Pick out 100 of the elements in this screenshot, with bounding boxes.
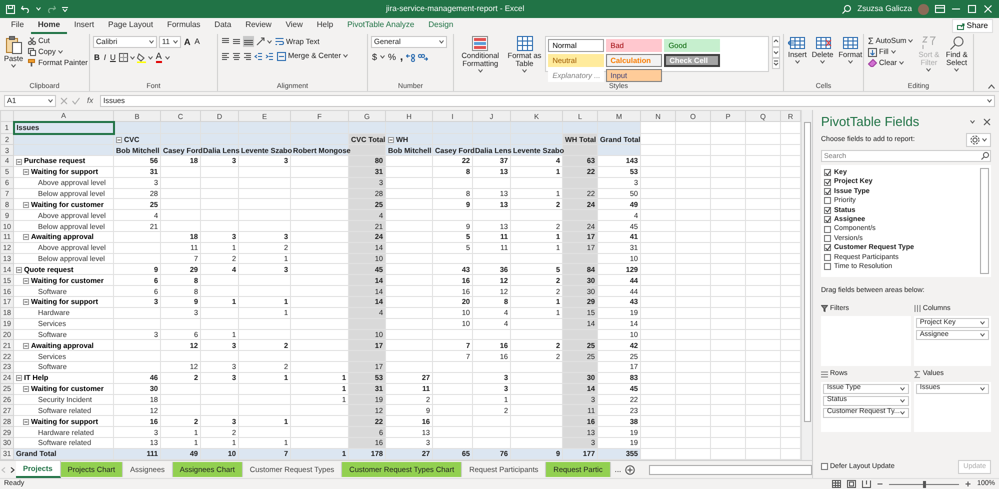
zoom-out-icon[interactable] xyxy=(877,481,884,487)
collapse-icon[interactable] xyxy=(23,418,29,425)
checkbox[interactable] xyxy=(824,226,831,233)
collapse-icon[interactable] xyxy=(16,266,22,273)
checkbox[interactable] xyxy=(824,216,831,224)
checkbox[interactable] xyxy=(824,263,831,270)
horizontal-scrollbar[interactable] xyxy=(649,464,812,474)
caret-icon xyxy=(970,120,975,124)
increase-indent-icon[interactable] xyxy=(265,52,274,60)
add-sheet-icon[interactable] xyxy=(625,464,636,474)
maximize-icon[interactable] xyxy=(967,5,977,13)
ribbon-tab[interactable]: Page Layout xyxy=(101,18,160,34)
collapse-ribbon-icon[interactable] xyxy=(988,84,995,89)
caret-icon xyxy=(954,68,960,72)
ribbon-tab[interactable]: Design xyxy=(421,18,460,34)
align-top-icon[interactable] xyxy=(221,37,230,46)
checkbox[interactable] xyxy=(824,197,831,204)
caret-icon xyxy=(980,333,985,337)
shrink-font-button[interactable]: A xyxy=(194,36,201,48)
window-title: jira-service-management-report - Excel xyxy=(384,3,526,15)
zoom-slider-thumb[interactable] xyxy=(923,480,926,488)
collapse-icon[interactable] xyxy=(23,202,29,208)
page-layout-icon[interactable] xyxy=(847,480,856,488)
user-name: Zsuzsa Galicza xyxy=(857,3,912,15)
collapse-icon[interactable] xyxy=(23,234,29,240)
increase-decimal-icon[interactable] xyxy=(406,52,416,62)
ribbon-tab[interactable]: PivotTable Analyze xyxy=(340,18,422,34)
clipboard-icon xyxy=(6,36,22,54)
share-icon xyxy=(956,22,965,30)
caret-icon xyxy=(439,40,444,44)
paintbrush-icon xyxy=(28,59,36,67)
format-table-icon xyxy=(516,36,533,51)
list-scrollbar[interactable] xyxy=(980,168,989,274)
page-break-icon[interactable] xyxy=(862,480,872,488)
ribbon-tab[interactable]: Data xyxy=(207,18,238,34)
collapse-icon[interactable] xyxy=(23,386,29,392)
close-icon[interactable] xyxy=(983,118,991,126)
collapse-icon[interactable] xyxy=(388,136,394,143)
scroll-up-icon[interactable] xyxy=(772,36,780,47)
merge-icon xyxy=(277,52,286,60)
align-bottom-icon[interactable] xyxy=(243,36,254,47)
more-styles-icon[interactable] xyxy=(772,58,780,69)
settings-button[interactable] xyxy=(966,133,991,147)
zoom-in-icon[interactable] xyxy=(965,481,972,487)
checkbox[interactable] xyxy=(824,188,831,196)
font-style-button[interactable]: U xyxy=(109,52,117,62)
checkbox[interactable] xyxy=(821,463,828,470)
caret-icon xyxy=(342,54,348,58)
ribbon-tab[interactable]: View xyxy=(278,18,310,34)
collapse-icon[interactable] xyxy=(23,299,29,306)
ribbon-tab[interactable]: Review xyxy=(238,18,279,34)
search-icon[interactable] xyxy=(981,152,989,160)
ribbon-tab[interactable]: Help xyxy=(310,18,340,34)
insert-cells-icon xyxy=(788,36,806,50)
collapse-icon[interactable] xyxy=(23,278,29,284)
align-left-icon[interactable] xyxy=(221,52,230,60)
eraser-icon xyxy=(868,59,877,67)
grow-font-button[interactable]: A xyxy=(183,36,192,48)
comma-style-button[interactable]: , xyxy=(399,52,404,62)
decrease-indent-icon[interactable] xyxy=(254,52,263,60)
search-icon[interactable] xyxy=(842,4,852,14)
more-sheets[interactable]: ... xyxy=(614,464,622,476)
align-center-icon[interactable] xyxy=(232,52,241,60)
next-sheet-icon[interactable] xyxy=(8,466,16,474)
collapse-icon[interactable] xyxy=(16,375,22,382)
checkbox[interactable] xyxy=(824,235,831,242)
align-right-icon[interactable] xyxy=(243,52,252,60)
undo-icon[interactable] xyxy=(21,5,30,13)
font-style-button[interactable]: I xyxy=(102,52,108,62)
checkbox[interactable] xyxy=(824,206,831,214)
customize-icon[interactable] xyxy=(62,6,68,12)
caret-icon xyxy=(890,50,896,54)
borders-icon[interactable] xyxy=(118,53,128,62)
ribbon-tab[interactable]: Formulas xyxy=(160,18,208,34)
font-color-button[interactable]: A xyxy=(154,52,163,63)
fill-down-icon xyxy=(868,48,877,56)
align-middle-icon[interactable] xyxy=(232,37,241,46)
save-icon[interactable] xyxy=(6,4,15,14)
checkbox[interactable] xyxy=(824,244,831,252)
percent-button[interactable]: % xyxy=(387,52,398,62)
collapse-icon[interactable] xyxy=(116,136,122,143)
font-style-button[interactable]: B xyxy=(93,52,101,62)
scroll-down-icon[interactable] xyxy=(772,47,780,58)
checkbox[interactable] xyxy=(824,169,831,176)
share-button[interactable]: Share xyxy=(952,19,993,33)
checkbox[interactable] xyxy=(824,254,831,261)
currency-button[interactable]: $ xyxy=(371,52,378,62)
format-cells-icon xyxy=(841,36,860,50)
fill-color-icon[interactable] xyxy=(136,52,146,62)
vertical-scrollbar[interactable] xyxy=(801,110,812,460)
ribbon-tab[interactable]: Insert xyxy=(67,18,102,34)
decrease-decimal-icon[interactable] xyxy=(418,52,428,62)
ribbon-display-icon[interactable] xyxy=(935,5,945,13)
collapse-icon[interactable] xyxy=(23,342,29,349)
ribbon-tab[interactable]: File xyxy=(4,18,31,34)
checkbox[interactable] xyxy=(824,178,831,186)
normal-view-icon[interactable] xyxy=(832,480,842,488)
collapse-icon[interactable] xyxy=(16,158,22,165)
collapse-icon[interactable] xyxy=(23,169,29,176)
orientation-icon[interactable] xyxy=(256,37,265,46)
